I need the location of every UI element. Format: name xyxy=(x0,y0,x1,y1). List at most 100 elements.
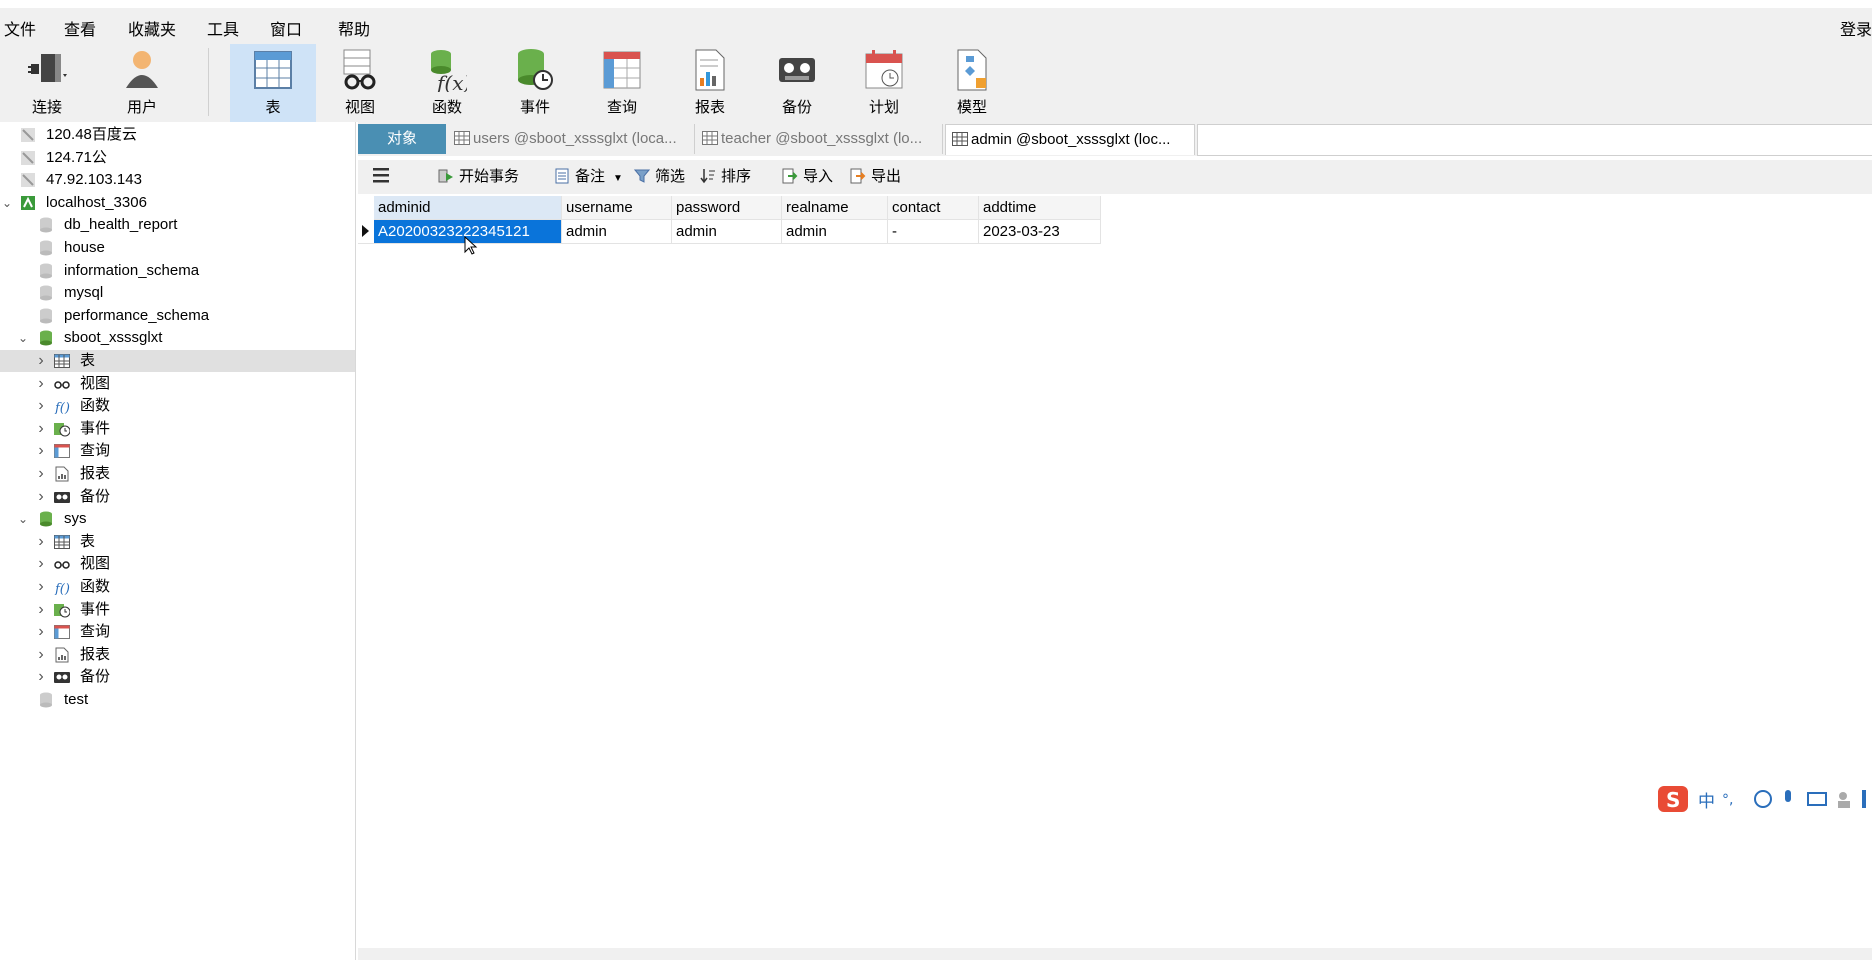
chevron-down-icon[interactable]: ⌄ xyxy=(0,192,14,214)
chevron-right-icon[interactable]: › xyxy=(34,666,48,688)
tree-item[interactable]: › 查询 xyxy=(0,440,355,462)
status-bar xyxy=(358,948,1872,960)
toolbar-query-label: 查询 xyxy=(606,99,637,116)
chevron-down-icon[interactable]: ⌄ xyxy=(16,327,30,349)
table-cell-addtime[interactable]: 2023-03-23 xyxy=(979,220,1101,244)
toolbar-function-button[interactable]: f(x) 函数 xyxy=(412,44,482,122)
tree-item[interactable]: › 报表 xyxy=(0,644,355,666)
sort-button[interactable]: 排序 xyxy=(700,166,751,188)
tree-item[interactable]: › 报表 xyxy=(0,463,355,485)
chevron-right-icon[interactable]: › xyxy=(34,440,48,462)
import-button[interactable]: 导入 xyxy=(782,166,833,188)
chevron-right-icon[interactable]: › xyxy=(34,418,48,440)
tree-item-label: localhost_3306 xyxy=(46,194,147,211)
toolbar-backup-label: 备份 xyxy=(781,99,812,116)
tab-admin[interactable]: admin @sboot_xsssglxt (loc... xyxy=(945,124,1195,155)
tree-item[interactable]: ⌄ localhost_3306 xyxy=(0,192,355,214)
db-icon xyxy=(38,511,54,527)
menu-file[interactable]: 文件 xyxy=(4,16,36,40)
schedule-icon xyxy=(865,50,903,89)
chevron-right-icon[interactable]: › xyxy=(34,621,48,643)
toolbar-model-button[interactable]: 模型 xyxy=(937,44,1007,122)
export-button[interactable]: 导出 xyxy=(850,166,901,188)
chevron-right-icon[interactable]: › xyxy=(34,463,48,485)
tree-item[interactable]: ⌄ sys xyxy=(0,508,355,530)
tree-item[interactable]: performance_schema xyxy=(0,305,355,327)
column-header-addtime[interactable]: addtime xyxy=(979,196,1101,220)
chevron-right-icon[interactable]: › xyxy=(34,486,48,508)
toolbar-report-button[interactable]: 报表 xyxy=(675,44,745,122)
tree-item-label: 视图 xyxy=(80,555,111,572)
toolbar-schedule-label: 计划 xyxy=(868,99,899,116)
tab-users[interactable]: users @sboot_xsssglxt (loca... xyxy=(448,124,695,154)
chevron-down-icon[interactable]: ⌄ xyxy=(16,508,30,530)
chevron-right-icon[interactable]: › xyxy=(34,373,48,395)
note-button[interactable]: 备注 ▼ xyxy=(554,166,623,188)
chevron-right-icon[interactable]: › xyxy=(34,350,48,372)
column-header-username[interactable]: username xyxy=(562,196,672,220)
menu-favorites[interactable]: 收藏夹 xyxy=(128,16,176,40)
table-cell-username[interactable]: admin xyxy=(562,220,672,244)
tree-item[interactable]: ⌄ sboot_xsssglxt xyxy=(0,327,355,349)
tree-item[interactable]: 120.48百度云 xyxy=(0,124,355,146)
column-header-realname[interactable]: realname xyxy=(782,196,888,220)
tree-item[interactable]: db_health_report xyxy=(0,214,355,236)
table-icon xyxy=(254,51,292,89)
toolbar-backup-button[interactable]: 备份 xyxy=(762,44,832,122)
menu-window[interactable]: 窗口 xyxy=(270,16,302,40)
column-header-adminid[interactable]: adminid xyxy=(374,196,562,220)
tree-item[interactable]: › 事件 xyxy=(0,418,355,440)
toolbar-separator xyxy=(208,48,209,116)
filter-icon xyxy=(634,169,650,183)
tree-item[interactable]: › f() 函数 xyxy=(0,576,355,598)
hamburger-menu-button[interactable] xyxy=(372,166,390,188)
chevron-right-icon[interactable]: › xyxy=(34,599,48,621)
tree-item[interactable]: house xyxy=(0,237,355,259)
tree-item[interactable]: › 视图 xyxy=(0,553,355,575)
tree-item[interactable]: › 表 xyxy=(0,531,355,553)
tree-item[interactable]: test xyxy=(0,689,355,711)
chevron-right-icon[interactable]: › xyxy=(34,553,48,575)
toolbar-function-label: 函数 xyxy=(431,99,462,116)
tree-item[interactable]: 124.71公 xyxy=(0,147,355,169)
table-cell-realname[interactable]: admin xyxy=(782,220,888,244)
tree-item[interactable]: › 事件 xyxy=(0,599,355,621)
tree-item[interactable]: › f() 函数 xyxy=(0,395,355,417)
toolbar-query-button[interactable]: 查询 xyxy=(587,44,657,122)
toolbar-table-button[interactable]: 表 xyxy=(230,44,316,122)
column-header-password[interactable]: password xyxy=(672,196,782,220)
table-cell-contact[interactable]: - xyxy=(888,220,979,244)
toolbar-connect-button[interactable]: 连接 xyxy=(12,44,82,122)
begin-transaction-button[interactable]: 开始事务 xyxy=(438,166,519,188)
chevron-right-icon[interactable]: › xyxy=(34,531,48,553)
chevron-right-icon[interactable]: › xyxy=(34,576,48,598)
tree-item[interactable]: › 查询 xyxy=(0,621,355,643)
menu-help[interactable]: 帮助 xyxy=(338,16,370,40)
filter-button[interactable]: 筛选 xyxy=(634,166,685,188)
tree-item[interactable]: 47.92.103.143 xyxy=(0,169,355,191)
column-header-contact[interactable]: contact xyxy=(888,196,979,220)
chevron-right-icon[interactable]: › xyxy=(34,395,48,417)
toolbar-user-button[interactable]: 用户 xyxy=(107,44,177,122)
tree-item[interactable]: › 备份 xyxy=(0,666,355,688)
toolbar-event-button[interactable]: 事件 xyxy=(500,44,570,122)
table-icon xyxy=(952,132,968,146)
tree-item[interactable]: › 备份 xyxy=(0,486,355,508)
tree-item[interactable]: mysql xyxy=(0,282,355,304)
table-cell-password[interactable]: admin xyxy=(672,220,782,244)
row-indicator[interactable] xyxy=(358,220,374,244)
svg-text:中: 中 xyxy=(1698,792,1715,812)
chevron-right-icon[interactable]: › xyxy=(34,644,48,666)
tab-objects[interactable]: 对象 xyxy=(358,124,446,154)
tree-item[interactable]: › 表 xyxy=(0,350,355,372)
tab-teacher[interactable]: teacher @sboot_xsssglxt (lo... xyxy=(696,124,943,154)
tree-item[interactable]: › 视图 xyxy=(0,373,355,395)
toolbar-view-button[interactable]: 视图 xyxy=(325,44,395,122)
input-method-toolbar[interactable]: S 中 °, xyxy=(1658,782,1872,816)
hamburger-icon xyxy=(373,168,389,183)
menu-view[interactable]: 查看 xyxy=(64,16,96,40)
tree-item[interactable]: information_schema xyxy=(0,260,355,282)
login-link[interactable]: 登录 xyxy=(1840,16,1872,40)
toolbar-schedule-button[interactable]: 计划 xyxy=(849,44,919,122)
menu-tools[interactable]: 工具 xyxy=(207,16,239,40)
